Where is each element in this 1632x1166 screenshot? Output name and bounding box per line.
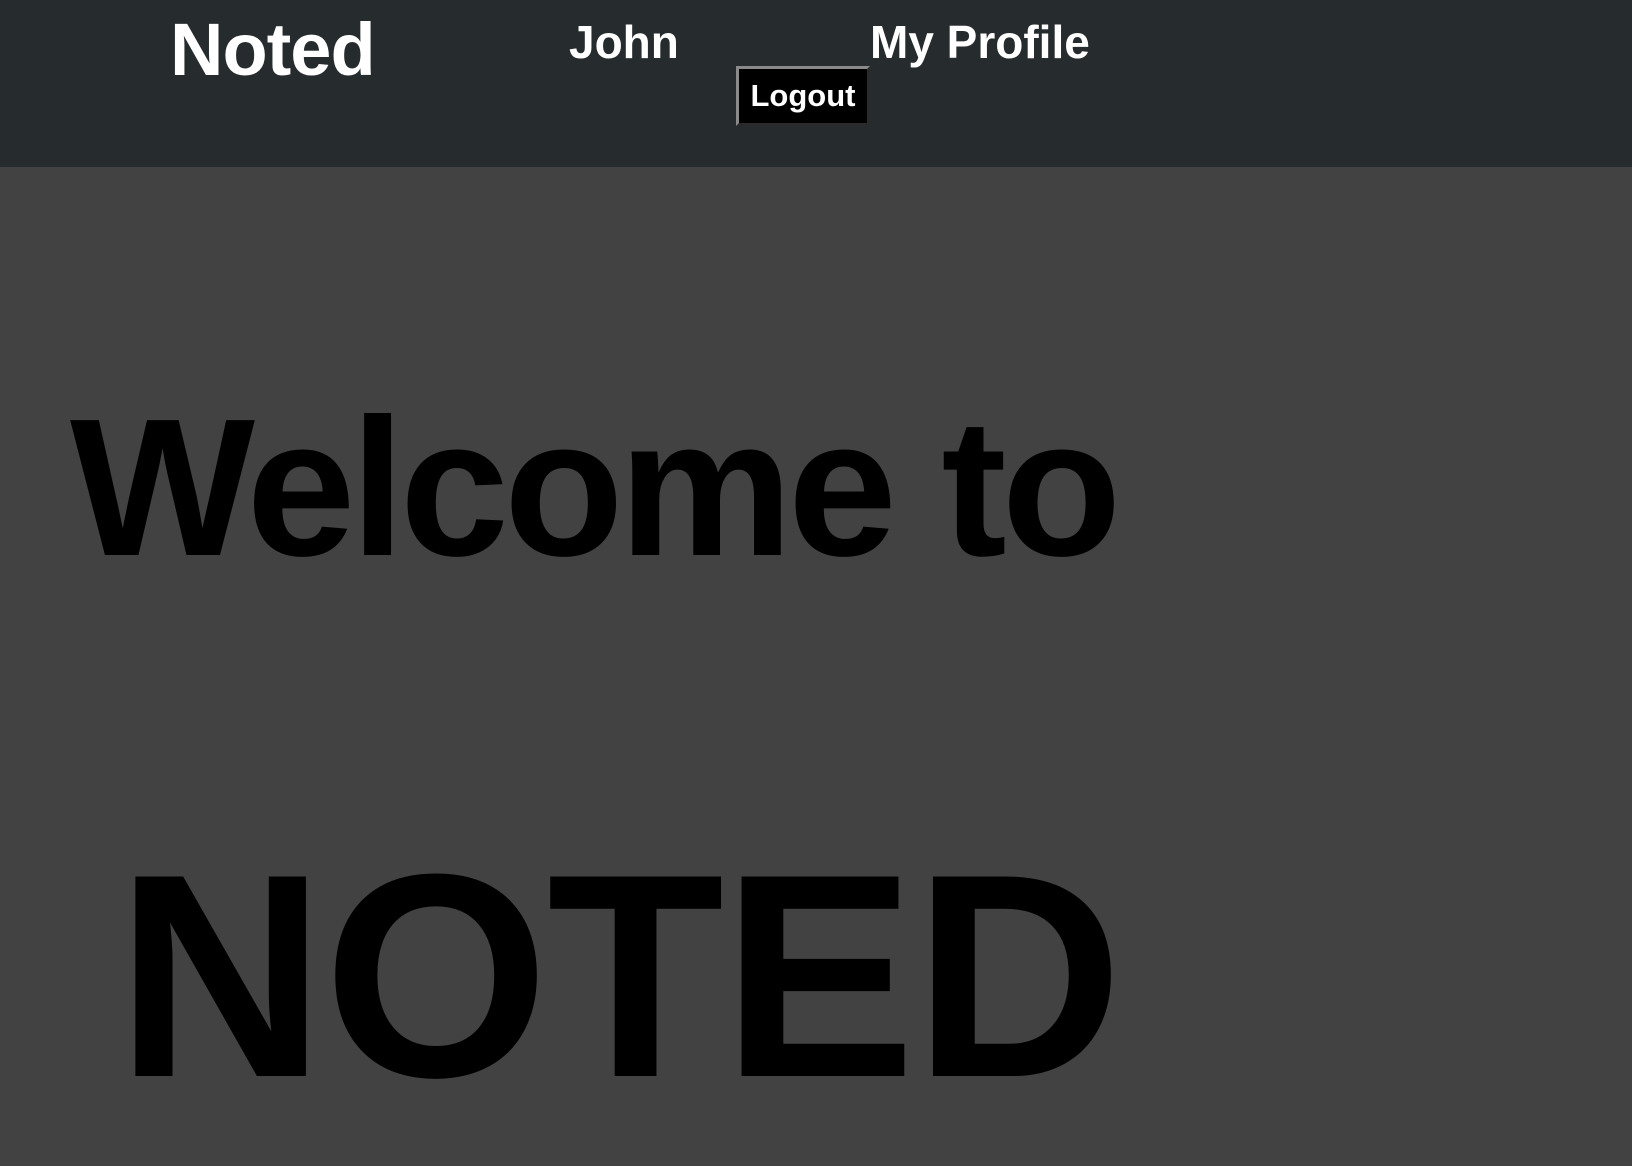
nav-user-name: John [569,16,679,68]
my-profile-link[interactable]: My Profile [870,13,1090,71]
hero-title: NOTED [116,814,1123,1138]
top-navbar: Noted John Logout My Profile [0,0,1632,167]
welcome-heading: Welcome to [70,378,1121,597]
brand-logo[interactable]: Noted [170,6,376,94]
logout-button[interactable]: Logout [736,66,870,126]
